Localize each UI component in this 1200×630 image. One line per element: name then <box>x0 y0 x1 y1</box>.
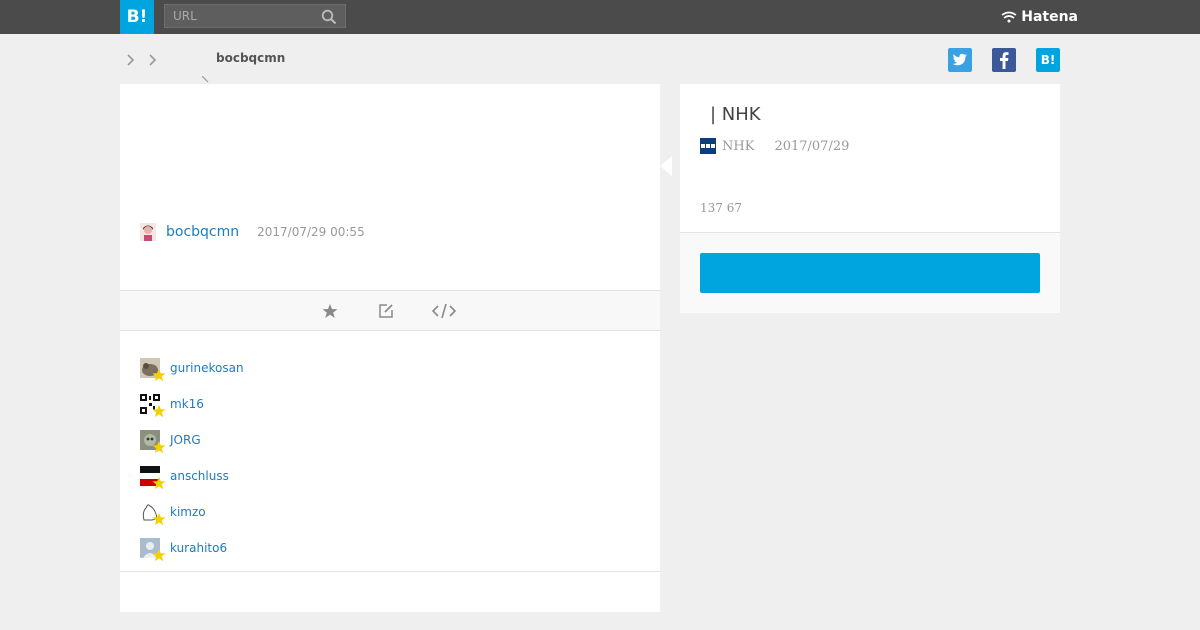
search-input[interactable] <box>165 5 315 27</box>
facebook-icon <box>1000 52 1009 69</box>
list-item: JORG <box>140 422 244 458</box>
entry-counts[interactable]: 137 67 <box>700 201 742 215</box>
entry-footer <box>680 233 1060 313</box>
star-username[interactable]: JORG <box>170 433 201 447</box>
list-item: mk16 <box>140 386 244 422</box>
list-item: gurinekosan <box>140 350 244 386</box>
star-icon <box>152 404 166 418</box>
breadcrumb-pointer-icon <box>202 76 209 83</box>
star-username[interactable]: mk16 <box>170 397 204 411</box>
list-item: anschluss <box>140 458 244 494</box>
comment-timestamp[interactable]: 2017/07/29 00:55 <box>257 225 365 239</box>
star-username[interactable]: kurahito6 <box>170 541 227 555</box>
star-username[interactable]: gurinekosan <box>170 361 244 375</box>
entry-meta: NHK 2017/07/29 <box>700 138 849 154</box>
brand-label: Hatena <box>1021 9 1078 25</box>
twitter-share-button[interactable] <box>948 48 972 72</box>
comment-username[interactable]: bocbqcmn <box>166 224 239 240</box>
hatena-bookmark-logo[interactable]: B! <box>120 0 154 34</box>
hatena-logo-icon <box>1001 11 1017 23</box>
star-users-list: gurinekosan mk16 JORG anschluss kimzo ku… <box>140 350 244 566</box>
search-icon[interactable] <box>321 9 337 25</box>
nhk-favicon-icon <box>700 138 716 154</box>
entry-site[interactable]: NHK <box>722 139 754 154</box>
star-icon <box>322 304 338 318</box>
chevron-right-icon[interactable] <box>146 51 160 69</box>
edit-button[interactable] <box>376 301 396 321</box>
divider <box>120 571 660 572</box>
list-item: kimzo <box>140 494 244 530</box>
comment-card: bocbqcmn 2017/07/29 00:55 gurinekosan mk… <box>120 84 660 612</box>
twitter-icon <box>952 53 967 66</box>
comment-header: bocbqcmn 2017/07/29 00:55 <box>140 222 365 242</box>
card-pointer <box>660 156 672 176</box>
star-icon <box>152 548 166 562</box>
list-item: kurahito6 <box>140 530 244 566</box>
avatar[interactable] <box>140 430 166 454</box>
comment-actions-bar <box>120 290 660 331</box>
breadcrumb <box>124 50 160 70</box>
avatar[interactable] <box>140 223 156 241</box>
avatar[interactable] <box>140 394 166 418</box>
star-username[interactable]: anschluss <box>170 469 229 483</box>
entry-title[interactable]: | NHK <box>710 104 761 125</box>
entry-card: | NHK NHK 2017/07/29 137 67 <box>680 84 1060 313</box>
star-icon <box>152 440 166 454</box>
avatar[interactable] <box>140 358 166 382</box>
hatena-brand-link[interactable]: Hatena <box>1001 8 1078 26</box>
hatena-bookmark-icon: B! <box>1040 53 1056 67</box>
embed-button[interactable] <box>432 301 456 321</box>
bookmark-button[interactable] <box>700 253 1040 293</box>
add-star-button[interactable] <box>320 301 340 321</box>
star-icon <box>152 368 166 382</box>
hatena-share-button[interactable]: B! <box>1036 48 1060 72</box>
entry-date: 2017/07/29 <box>774 138 850 154</box>
star-icon <box>152 512 166 526</box>
top-bar: B! Hatena <box>0 0 1200 34</box>
embed-code-icon <box>432 303 456 319</box>
chevron-right-icon[interactable] <box>124 51 138 69</box>
facebook-share-button[interactable] <box>992 48 1016 72</box>
edit-icon <box>379 304 393 318</box>
breadcrumb-user[interactable]: bocbqcmn <box>216 51 285 65</box>
search-box[interactable] <box>164 4 346 28</box>
avatar[interactable] <box>140 538 166 562</box>
star-username[interactable]: kimzo <box>170 505 206 519</box>
avatar[interactable] <box>140 466 166 490</box>
avatar[interactable] <box>140 502 166 526</box>
star-icon <box>152 476 166 490</box>
